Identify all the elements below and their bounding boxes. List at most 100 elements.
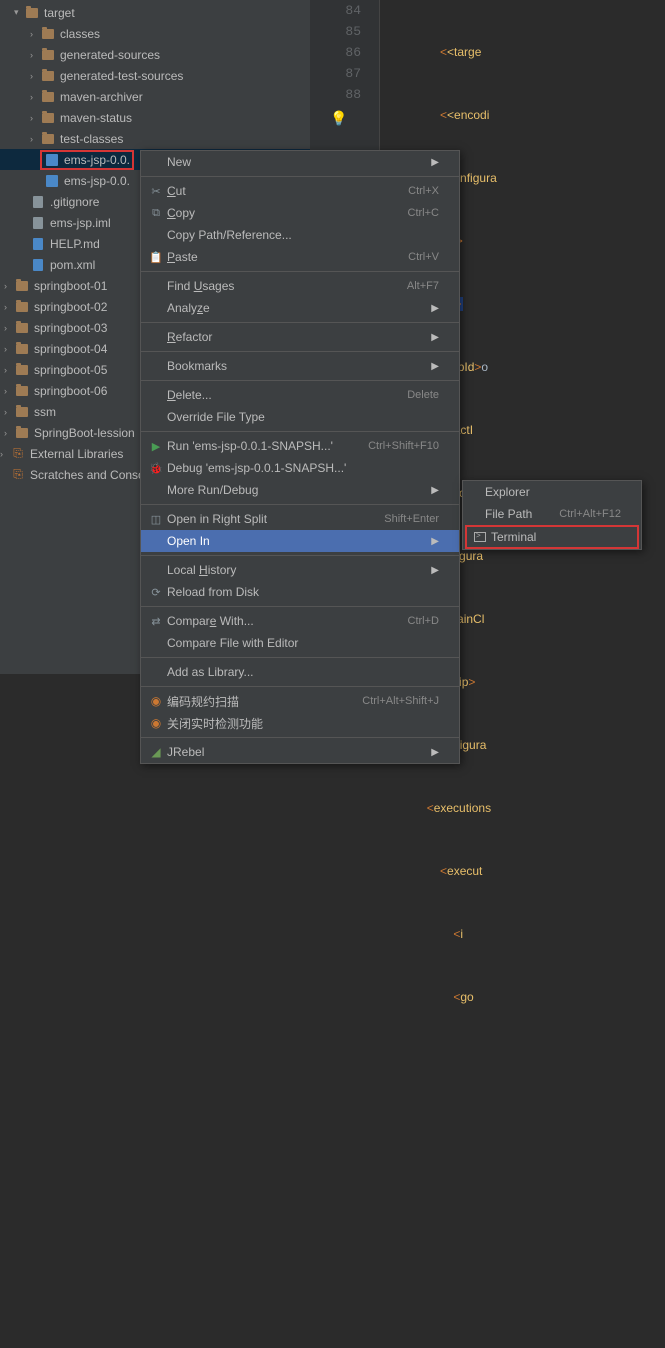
split-icon: ◫: [147, 513, 165, 526]
line-number: 86: [310, 42, 379, 63]
highlight-box: Terminal: [465, 525, 639, 549]
jar-icon: [46, 154, 58, 166]
menu-separator: [141, 322, 459, 323]
alibaba-icon: ◉: [147, 694, 165, 708]
menu-separator: [141, 504, 459, 505]
tree-label: generated-test-sources: [60, 69, 183, 83]
tree-folder-maven-status[interactable]: ›maven-status: [0, 107, 310, 128]
cut-icon: ✂: [147, 185, 165, 198]
menu-cut[interactable]: ✂CutCtrl+X: [141, 180, 459, 202]
line-number: 85: [310, 21, 379, 42]
tree-folder-generated-test-sources[interactable]: ›generated-test-sources: [0, 65, 310, 86]
module-icon: [16, 281, 28, 291]
tree-label: classes: [60, 27, 100, 41]
menu-separator: [141, 686, 459, 687]
tree-label: ems-jsp.iml: [50, 216, 111, 230]
menu-override-file-type[interactable]: Override File Type: [141, 406, 459, 428]
tree-label: Scratches and Console: [30, 468, 154, 482]
tree-label: ssm: [34, 405, 56, 419]
menu-refactor[interactable]: Refactor▶: [141, 326, 459, 348]
menu-compare-with[interactable]: ⇄Compare With...Ctrl+D: [141, 610, 459, 632]
jrebel-icon: ◢: [147, 745, 165, 759]
run-icon: ▶: [147, 440, 165, 453]
tree-label: maven-status: [60, 111, 132, 125]
menu-delete[interactable]: Delete...Delete: [141, 384, 459, 406]
menu-code-scan[interactable]: ◉编码规约扫描Ctrl+Alt+Shift+J: [141, 690, 459, 712]
module-icon: [16, 344, 28, 354]
module-icon: [16, 428, 28, 438]
menu-separator: [141, 431, 459, 432]
tree-label: springboot-06: [34, 384, 107, 398]
menu-local-history[interactable]: Local History▶: [141, 559, 459, 581]
menu-copy-path[interactable]: Copy Path/Reference...: [141, 224, 459, 246]
menu-new[interactable]: New▶: [141, 151, 459, 173]
tree-label: ems-jsp-0.0.: [64, 153, 130, 167]
tree-label: springboot-02: [34, 300, 107, 314]
menu-compare-editor[interactable]: Compare File with Editor: [141, 632, 459, 654]
module-icon: [16, 407, 28, 417]
tree-label: maven-archiver: [60, 90, 143, 104]
tree-label: SpringBoot-lession: [34, 426, 135, 440]
menu-run[interactable]: ▶Run 'ems-jsp-0.0.1-SNAPSH...'Ctrl+Shift…: [141, 435, 459, 457]
menu-reload-from-disk[interactable]: ⟳Reload from Disk: [141, 581, 459, 603]
terminal-icon: [474, 532, 486, 542]
menu-separator: [141, 657, 459, 658]
menu-separator: [141, 606, 459, 607]
line-number: 87: [310, 63, 379, 84]
intention-bulb-icon[interactable]: 💡: [330, 110, 347, 127]
menu-open-right-split[interactable]: ◫Open in Right SplitShift+Enter: [141, 508, 459, 530]
context-menu: New▶ ✂CutCtrl+X ⧉CopyCtrl+C Copy Path/Re…: [140, 150, 460, 764]
menu-separator: [141, 555, 459, 556]
line-number: 88: [310, 84, 379, 105]
menu-debug[interactable]: 🐞Debug 'ems-jsp-0.0.1-SNAPSH...': [141, 457, 459, 479]
file-icon: [33, 196, 43, 208]
menu-paste[interactable]: 📋PasteCtrl+V: [141, 246, 459, 268]
submenu-terminal[interactable]: Terminal: [467, 527, 637, 547]
menu-analyze[interactable]: Analyze▶: [141, 297, 459, 319]
tree-label: HELP.md: [50, 237, 100, 251]
debug-icon: 🐞: [147, 462, 165, 475]
tree-label: springboot-03: [34, 321, 107, 335]
module-icon: [16, 323, 28, 333]
tree-folder-maven-archiver[interactable]: ›maven-archiver: [0, 86, 310, 107]
submenu-file-path[interactable]: File PathCtrl+Alt+F12: [463, 503, 641, 525]
line-number: 84: [310, 0, 379, 21]
tree-label: ems-jsp-0.0.: [64, 174, 130, 188]
menu-copy[interactable]: ⧉CopyCtrl+C: [141, 202, 459, 224]
menu-find-usages[interactable]: Find UsagesAlt+F7: [141, 275, 459, 297]
menu-separator: [141, 271, 459, 272]
maven-icon: [33, 259, 43, 271]
tree-label: springboot-05: [34, 363, 107, 377]
tree-label: test-classes: [60, 132, 123, 146]
menu-more-run-debug[interactable]: More Run/Debug▶: [141, 479, 459, 501]
menu-open-in[interactable]: Open In▶: [141, 530, 459, 552]
module-icon: [16, 386, 28, 396]
copy-icon: ⧉: [147, 207, 165, 220]
paste-icon: 📋: [147, 251, 165, 264]
menu-separator: [141, 737, 459, 738]
tree-folder-generated-sources[interactable]: ›generated-sources: [0, 44, 310, 65]
tree-folder-classes[interactable]: ›classes: [0, 23, 310, 44]
compare-icon: ⇄: [147, 615, 165, 628]
submenu-explorer[interactable]: Explorer: [463, 481, 641, 503]
tree-label: pom.xml: [50, 258, 95, 272]
menu-separator: [141, 176, 459, 177]
menu-jrebel[interactable]: ◢JRebel▶: [141, 741, 459, 763]
tree-label: generated-sources: [60, 48, 160, 62]
file-icon: [33, 217, 43, 229]
menu-separator: [141, 351, 459, 352]
menu-bookmarks[interactable]: Bookmarks▶: [141, 355, 459, 377]
menu-add-as-library[interactable]: Add as Library...: [141, 661, 459, 683]
toggle-icon: ◉: [147, 716, 165, 730]
tree-label: springboot-01: [34, 279, 107, 293]
menu-separator: [141, 380, 459, 381]
module-icon: [16, 302, 28, 312]
menu-realtime-toggle[interactable]: ◉关闭实时检测功能: [141, 712, 459, 734]
tree-folder-test-classes[interactable]: ›test-classes: [0, 128, 310, 149]
tree-label: .gitignore: [50, 195, 99, 209]
tree-folder-target[interactable]: ▾target: [0, 2, 310, 23]
open-in-submenu: Explorer File PathCtrl+Alt+F12 Terminal: [462, 480, 642, 550]
tree-label: target: [44, 6, 75, 20]
jar-icon: [46, 175, 58, 187]
module-icon: [16, 365, 28, 375]
